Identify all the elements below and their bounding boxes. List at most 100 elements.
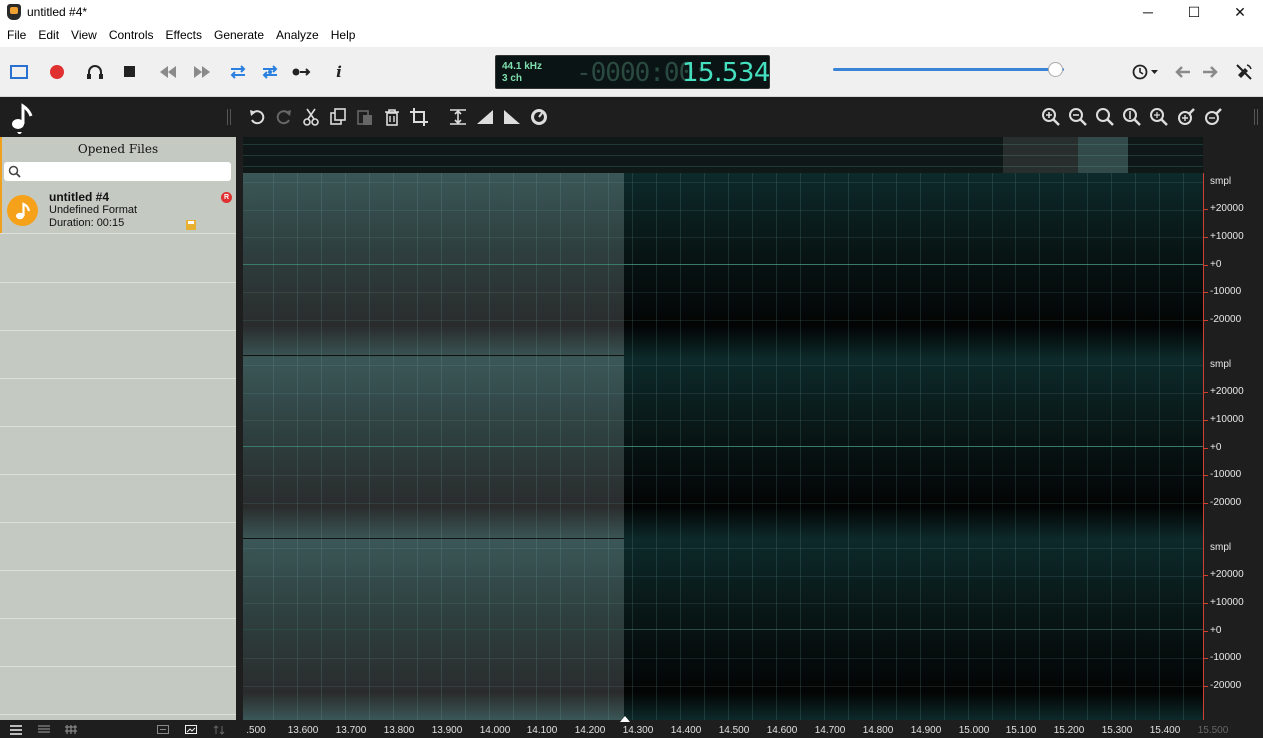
channel-count: 3 ch (502, 73, 523, 84)
select-mode-button[interactable] (7, 60, 31, 84)
time-tick-label: 14.400 (670, 725, 702, 736)
history-button[interactable] (1129, 60, 1163, 84)
crop-button[interactable] (408, 106, 430, 128)
time-tick-label: 14.300 (622, 725, 654, 736)
undo-button[interactable] (246, 106, 268, 128)
playhead-marker[interactable] (620, 716, 630, 722)
menu-controls[interactable]: Controls (103, 24, 160, 47)
menu-help[interactable]: Help (325, 24, 362, 47)
menu-view[interactable]: View (65, 24, 103, 47)
amplitude-tick-label: -10000 (1210, 469, 1242, 480)
record-button[interactable] (45, 60, 69, 84)
grid-line (243, 576, 1203, 577)
sort-icon[interactable] (213, 725, 225, 735)
grid-line (243, 393, 1203, 394)
volume-slider-track[interactable] (833, 68, 1064, 71)
overview-strip[interactable] (243, 137, 1203, 173)
list-row (0, 233, 236, 282)
loop-selection-button[interactable] (258, 60, 282, 84)
redo-button[interactable] (273, 106, 295, 128)
close-button[interactable]: ✕ (1217, 0, 1263, 24)
zoom-vertical-icon (1150, 108, 1168, 126)
forward-button[interactable] (1198, 60, 1222, 84)
info-button[interactable]: i (327, 60, 351, 84)
time-tick-label: 14.700 (814, 725, 846, 736)
arrow-right-icon (1203, 66, 1218, 78)
list-row (0, 522, 236, 570)
amplify-button[interactable] (528, 106, 550, 128)
zoom-out-button[interactable] (1067, 106, 1089, 128)
back-button[interactable] (1171, 60, 1195, 84)
zoom-vertical-in-button[interactable] (1148, 106, 1170, 128)
zoom-selection-icon (1123, 108, 1141, 126)
file-item-untitled-4[interactable]: untitled #4 Undefined Format Duration: 0… (0, 187, 236, 233)
redo-icon (276, 110, 291, 125)
fast-forward-button[interactable] (190, 60, 214, 84)
grid-view-icon[interactable] (65, 725, 77, 735)
panel-statusbar (0, 720, 240, 738)
delete-button[interactable] (381, 106, 403, 128)
paste-button[interactable] (354, 106, 376, 128)
app-icon (7, 4, 21, 20)
copy-button[interactable] (327, 106, 349, 128)
menu-file[interactable]: File (1, 24, 32, 47)
grid-line (776, 173, 777, 720)
time-tick-label: 15.100 (1005, 725, 1037, 736)
minimize-button[interactable]: ─ (1125, 0, 1171, 24)
menu-generate[interactable]: Generate (208, 24, 270, 47)
list-row (0, 282, 236, 330)
normalize-button[interactable] (447, 106, 469, 128)
vertical-zoom-out-button[interactable] (1202, 106, 1224, 128)
audio-file-icon (7, 195, 38, 226)
grid-line (680, 173, 681, 720)
grid-line (345, 173, 346, 720)
image-view-icon[interactable] (185, 725, 197, 735)
monitor-button[interactable] (83, 60, 107, 84)
opened-files-panel: Opened Files untitled #4 Undefined Forma… (0, 137, 237, 720)
amplitude-tick (1204, 686, 1208, 687)
record-badge: R (221, 192, 232, 203)
zoom-fit-button[interactable] (1094, 106, 1116, 128)
menu-effects[interactable]: Effects (160, 24, 208, 47)
time-tick-label: 13.900 (431, 725, 463, 736)
menu-bar: File Edit View Controls Effects Generate… (0, 24, 1263, 47)
vertical-zoom-in-button[interactable] (1175, 106, 1197, 128)
list-view-icon[interactable] (10, 725, 22, 735)
zoom-selection-button[interactable] (1121, 106, 1143, 128)
no-signal-button[interactable] (1232, 60, 1256, 84)
amplitude-tick-label: +20000 (1210, 386, 1244, 397)
collapse-icon[interactable] (157, 725, 169, 735)
save-icon (186, 220, 196, 230)
stop-button[interactable] (118, 60, 142, 84)
amplitude-tick (1204, 320, 1208, 321)
file-search-input[interactable] (4, 162, 231, 181)
menu-analyze[interactable]: Analyze (270, 24, 325, 47)
zoom-out-icon (1069, 108, 1087, 126)
amplitude-tick-label: +0 (1210, 625, 1222, 636)
compact-view-icon[interactable] (38, 725, 50, 735)
menu-edit[interactable]: Edit (32, 24, 65, 47)
amplitude-tick-label: +10000 (1210, 231, 1244, 242)
grid-line (243, 686, 1203, 687)
fade-in-icon (477, 110, 493, 124)
waveform-view[interactable] (243, 173, 1203, 720)
file-duration: Duration: 00:15 (49, 217, 125, 229)
volume-slider-handle[interactable] (1048, 62, 1064, 77)
fade-in-button[interactable] (474, 106, 496, 128)
grid-line (243, 237, 1203, 238)
skip-button[interactable] (290, 60, 314, 84)
grid-line (243, 320, 1203, 321)
time-tick-label: 14.600 (766, 725, 798, 736)
amplitude-tick (1204, 448, 1208, 449)
rewind-button[interactable] (156, 60, 180, 84)
maximize-button[interactable]: ☐ (1171, 0, 1217, 24)
transport-toolbar: i 44.1 kHz 3 ch -0000:00: 15.534 (0, 47, 1263, 97)
amplitude-unit-label: smpl (1210, 176, 1232, 187)
cut-button[interactable] (300, 106, 322, 128)
files-panel-toggle[interactable] (9, 102, 35, 135)
loop-button[interactable] (226, 60, 250, 84)
fade-out-button[interactable] (501, 106, 523, 128)
time-tick-label: 15.200 (1053, 725, 1085, 736)
time-axis[interactable]: .500 13.600 13.700 13.800 13.900 14.000 14.100… (243, 716, 1228, 738)
zoom-in-button[interactable] (1040, 106, 1062, 128)
